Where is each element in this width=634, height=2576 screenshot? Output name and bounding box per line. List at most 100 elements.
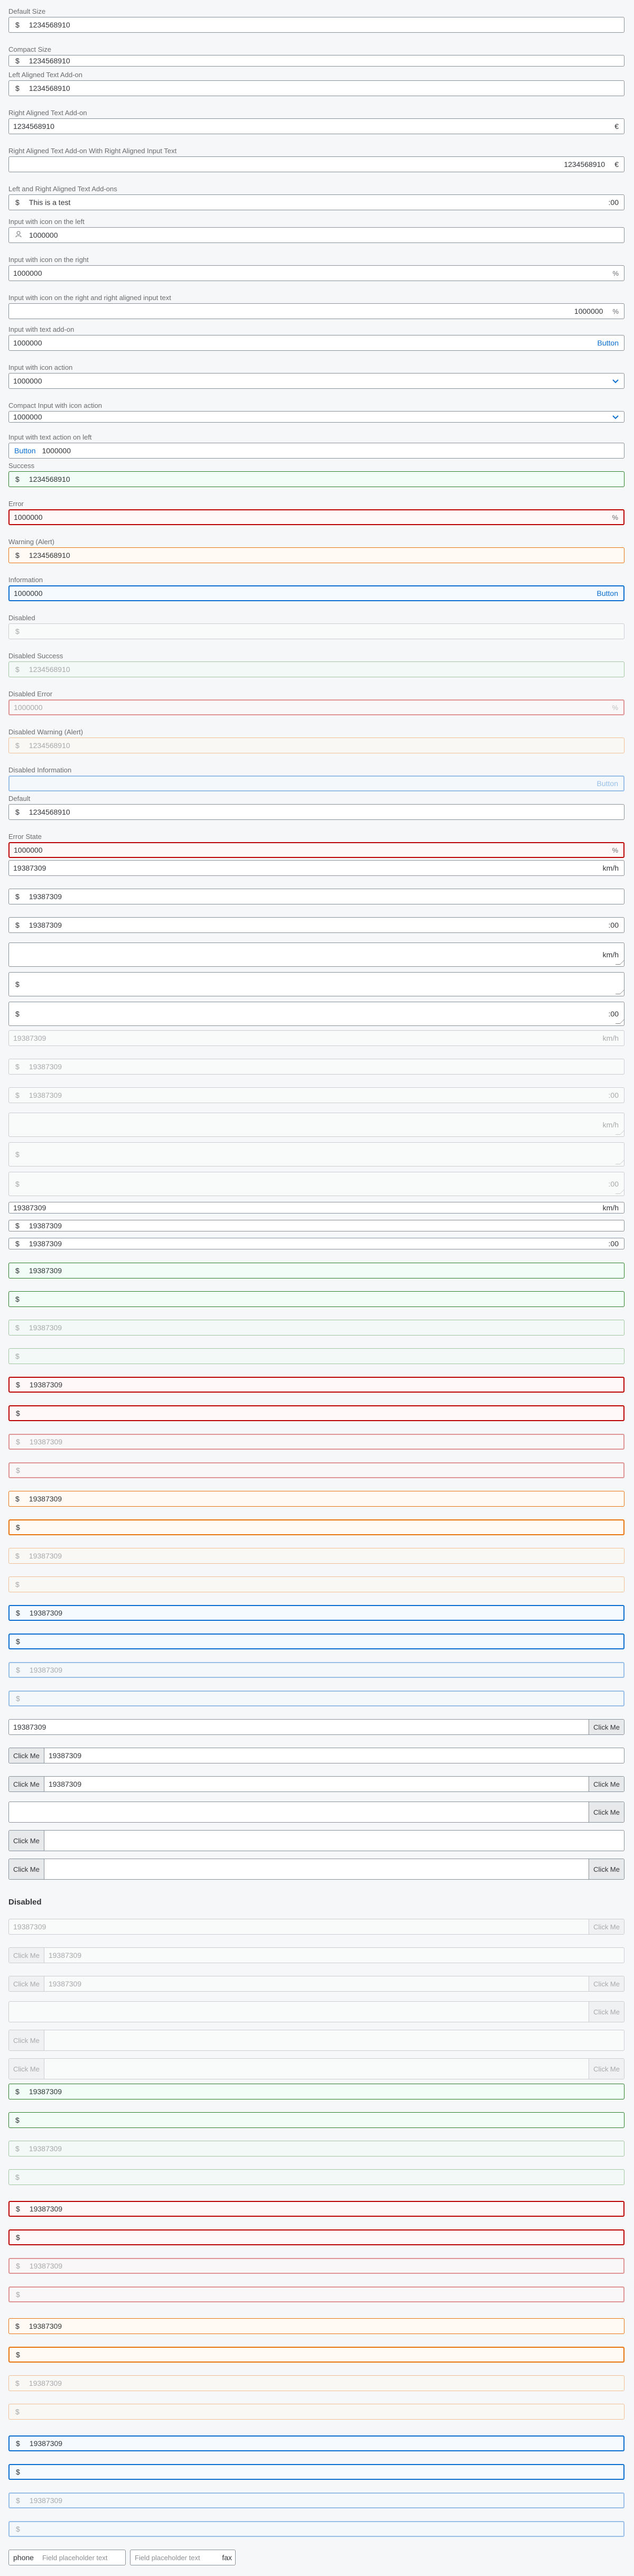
- warning-dollar-input[interactable]: $ 19387309: [8, 1491, 624, 1507]
- error-dollar-input[interactable]: $ 19387309: [8, 1377, 624, 1393]
- click-me-button-right[interactable]: Click Me: [589, 1859, 624, 1879]
- info-dollar-input[interactable]: $ 19387309: [8, 1605, 624, 1621]
- warning-empty-input[interactable]: $: [8, 1519, 624, 1535]
- input-value: 19387309: [29, 1609, 63, 1617]
- icon-left-input[interactable]: 1000000: [8, 227, 624, 243]
- error-dollar-input-2[interactable]: $ 19387309: [8, 2201, 624, 2217]
- disabled-success-dollar-input: $ 19387309: [8, 1320, 624, 1336]
- disabled-information-input: Button: [8, 776, 624, 791]
- error-empty-input-2[interactable]: $: [8, 2229, 624, 2245]
- right-addon-right-text-input[interactable]: 1234568910 €: [8, 156, 624, 172]
- currency-addon: $: [15, 21, 20, 29]
- disabled-left-button-input: Click Me 19387309: [8, 1947, 624, 1963]
- click-me-button[interactable]: Click Me: [589, 1720, 624, 1734]
- success-dollar-input-2[interactable]: $ 19387309: [8, 2084, 624, 2099]
- both-buttons-input[interactable]: Click Me 19387309 Click Me: [8, 1776, 624, 1792]
- kmh-addon: km/h: [602, 1034, 619, 1042]
- currency-addon: $: [15, 892, 20, 901]
- kmh-input[interactable]: 19387309 km/h: [8, 860, 624, 876]
- warning-input[interactable]: $ 1234568910: [8, 547, 624, 563]
- disabled-success-dollar-input-2: $ 19387309: [8, 2141, 624, 2157]
- currency-addon: $: [15, 1239, 20, 1248]
- left-button-input[interactable]: Click Me 19387309: [8, 1748, 624, 1763]
- click-me-button-left[interactable]: Click Me: [9, 1777, 44, 1791]
- both-buttons-textarea[interactable]: Click Me Click Me: [8, 1859, 624, 1880]
- success-input[interactable]: $ 1234568910: [8, 471, 624, 487]
- disabled-error-dollar-input-2: $ 19387309: [8, 2258, 624, 2274]
- phone-addon: phone: [13, 2553, 34, 2562]
- input-value: This is a test: [29, 198, 71, 207]
- input-value: 1000000: [29, 231, 58, 239]
- dollar-time-textarea[interactable]: $ :00: [8, 1002, 624, 1026]
- fax-input[interactable]: Field placeholder text fax: [130, 2550, 236, 2565]
- success-dollar-input[interactable]: $ 19387309: [8, 1263, 624, 1278]
- currency-addon: $: [15, 741, 20, 750]
- click-me-button-left[interactable]: Click Me: [9, 1859, 44, 1879]
- click-me-button-right: Click Me: [589, 2059, 624, 2079]
- icon-right-right-text-input[interactable]: 1000000 %: [8, 303, 624, 319]
- phone-input[interactable]: phone Field placeholder text: [8, 2550, 126, 2565]
- right-addon-input[interactable]: 1234568910 €: [8, 118, 624, 134]
- icon-action-input[interactable]: 1000000: [8, 373, 624, 389]
- label-icon-right-right-text: Input with icon on the right and right a…: [8, 294, 171, 302]
- compact-dollar-time-input[interactable]: $ 19387309 :00: [8, 1238, 624, 1249]
- compact-kmh-input[interactable]: 19387309 km/h: [8, 1202, 624, 1214]
- currency-addon: $: [15, 475, 20, 483]
- info-empty-input-2[interactable]: $: [8, 2464, 624, 2480]
- warning-empty-input-2[interactable]: $: [8, 2347, 624, 2363]
- left-button-textarea[interactable]: Click Me: [8, 1830, 624, 1851]
- input-value: 1000000: [14, 513, 43, 521]
- label-success: Success: [8, 462, 35, 470]
- text-addon-input[interactable]: 1000000 Button: [8, 335, 624, 351]
- input-value: 19387309: [29, 1266, 62, 1275]
- default-input[interactable]: $ 1234568910: [8, 804, 624, 820]
- right-button-input[interactable]: 19387309 Click Me: [8, 1719, 624, 1735]
- input-value: 1234568910: [29, 741, 70, 750]
- compact-dollar-input[interactable]: $ 19387309: [8, 1220, 624, 1231]
- disabled-dollar-time-input: $ 19387309 :00: [8, 1087, 624, 1103]
- info-dollar-input-2[interactable]: $ 19387309: [8, 2435, 624, 2451]
- currency-addon: $: [15, 1180, 20, 1188]
- default-size-input[interactable]: $ 1234568910: [8, 17, 624, 33]
- chevron-down-icon[interactable]: [607, 377, 624, 385]
- text-addon-button[interactable]: Button: [592, 589, 623, 598]
- compact-icon-action-input[interactable]: 1000000: [8, 411, 624, 423]
- click-me-button[interactable]: Click Me: [9, 1831, 44, 1851]
- text-addon-button[interactable]: Button: [592, 339, 624, 347]
- error-input[interactable]: 1000000 %: [8, 509, 624, 525]
- currency-addon: $: [15, 1352, 20, 1360]
- currency-addon: $: [15, 84, 20, 92]
- icon-right-input[interactable]: 1000000 %: [8, 265, 624, 281]
- disabled-right-button-textarea: Click Me: [8, 2001, 624, 2022]
- compact-size-input[interactable]: $ 1234568910: [8, 55, 624, 67]
- text-action-button[interactable]: Button: [9, 446, 38, 455]
- click-me-button-right[interactable]: Click Me: [589, 1777, 624, 1791]
- success-empty-input[interactable]: $: [8, 1291, 624, 1307]
- left-right-addon-input[interactable]: $ This is a test :00: [8, 194, 624, 210]
- error-state-input[interactable]: 1000000 %: [8, 842, 624, 858]
- success-empty-input-2[interactable]: $: [8, 2112, 624, 2128]
- click-me-button[interactable]: Click Me: [9, 1748, 44, 1763]
- dollar-input[interactable]: $ 19387309: [8, 889, 624, 904]
- info-empty-input[interactable]: $: [8, 1634, 624, 1649]
- warning-dollar-input-2[interactable]: $ 19387309: [8, 2318, 624, 2334]
- information-input[interactable]: 1000000 Button: [8, 585, 624, 601]
- disabled-dollar-input: $ 19387309: [8, 1059, 624, 1075]
- kmh-addon: km/h: [602, 864, 619, 872]
- phone-placeholder: Field placeholder text: [42, 2553, 108, 2562]
- left-addon-input[interactable]: $ 1234568910: [8, 80, 624, 96]
- right-button-textarea[interactable]: Click Me: [8, 1802, 624, 1823]
- currency-addon: $: [16, 2290, 20, 2299]
- click-me-button[interactable]: Click Me: [589, 1802, 624, 1822]
- label-disabled: Disabled: [8, 614, 35, 622]
- disabled-left-button-textarea: Click Me: [8, 2030, 624, 2051]
- label-compact-size: Compact Size: [8, 45, 51, 53]
- disabled-right-button-input: 19387309 Click Me: [8, 1919, 624, 1935]
- dollar-time-input[interactable]: $ 19387309 :00: [8, 917, 624, 933]
- kmh-textarea[interactable]: km/h: [8, 942, 624, 967]
- dollar-textarea[interactable]: $: [8, 972, 624, 996]
- text-action-left-input[interactable]: Button 1000000: [8, 443, 624, 459]
- error-empty-input[interactable]: $: [8, 1405, 624, 1421]
- currency-addon: $: [15, 2116, 20, 2124]
- chevron-down-icon[interactable]: [607, 413, 624, 421]
